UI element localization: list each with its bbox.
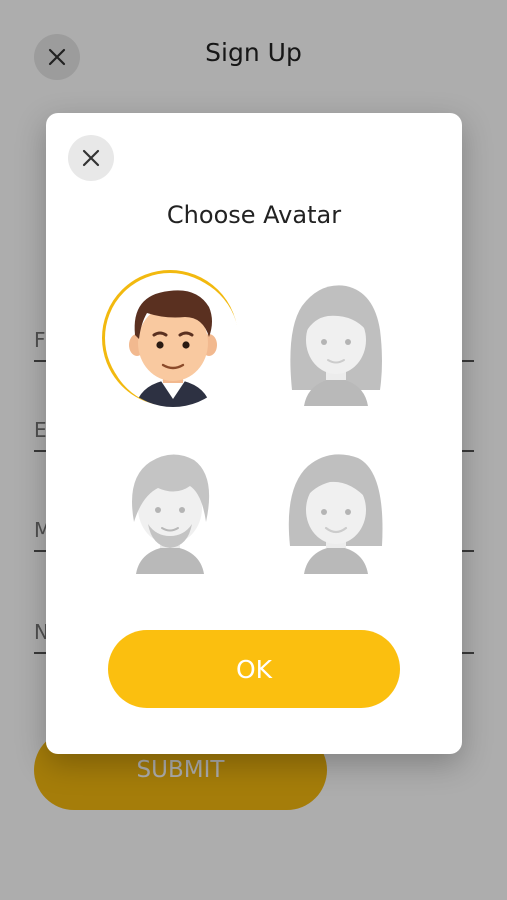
avatar-option-man-short-hair[interactable] <box>102 270 239 407</box>
dialog-title: Choose Avatar <box>166 201 342 229</box>
man-avatar-icon <box>107 275 239 407</box>
bearded-man-avatar-icon <box>132 454 210 574</box>
avatar-option-woman-long-hair[interactable] <box>268 270 404 406</box>
woman-avatar-icon <box>290 285 382 406</box>
choose-avatar-dialog: Choose Avatar OK <box>46 113 462 754</box>
close-icon <box>82 149 100 167</box>
avatar-option-woman-bob-hair[interactable] <box>268 438 404 574</box>
avatar-option-man-bearded[interactable] <box>102 438 238 574</box>
woman-bob-avatar-icon <box>288 454 383 574</box>
dialog-close-button[interactable] <box>68 135 114 181</box>
ok-button[interactable]: OK <box>108 630 400 708</box>
